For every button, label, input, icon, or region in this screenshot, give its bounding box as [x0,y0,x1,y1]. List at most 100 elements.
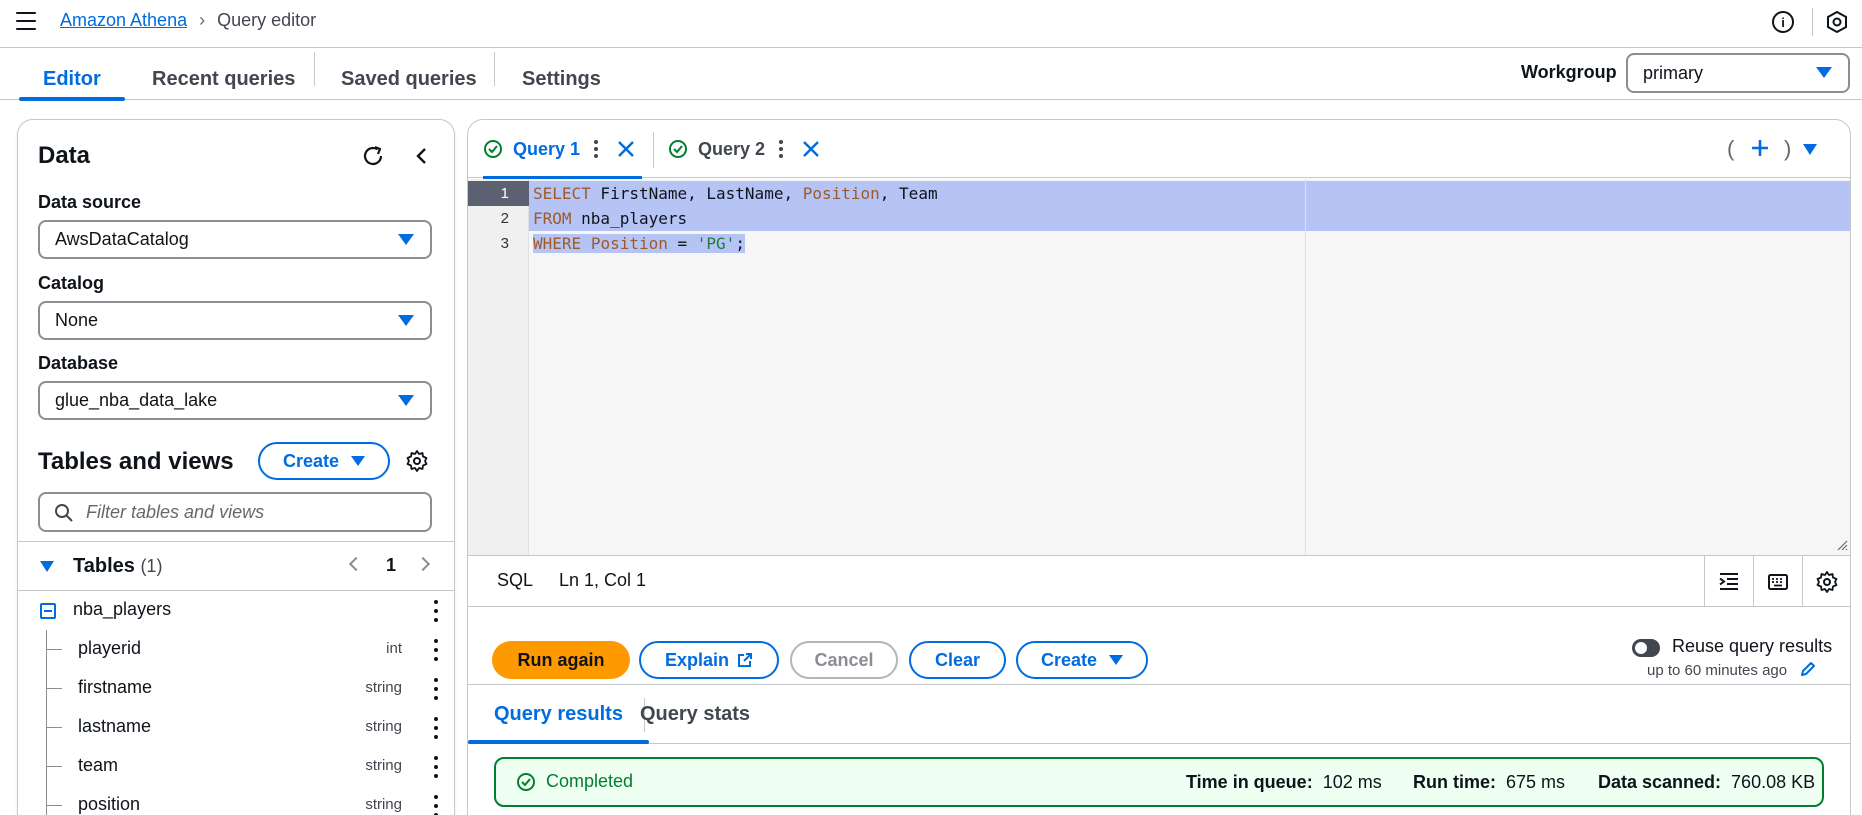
clear-button[interactable]: Clear [909,641,1006,679]
more-actions-icon[interactable] [779,140,784,158]
table-row-nba-players[interactable]: nba_players [18,591,454,630]
tree-tick [46,688,62,689]
keyboard-icon [1768,573,1788,590]
search-icon [55,504,73,522]
code-line-1: SELECT FirstName, LastName, Position, Te… [529,181,1850,206]
sql-code-editor[interactable]: 1 2 3 SELECT FirstName, LastName, Positi… [468,179,1850,555]
paren-open: ( [1727,136,1735,161]
create-table-button[interactable]: Create [258,442,390,480]
more-actions-icon[interactable] [434,756,438,778]
check-circle-icon [669,140,687,158]
column-row[interactable]: position string [18,786,454,815]
status-text: Completed [546,771,634,791]
close-icon[interactable] [616,139,636,159]
editor-settings-button[interactable] [1802,556,1850,607]
caret-down-icon [351,456,366,466]
cursor-position: Ln 1, Col 1 [559,570,647,590]
gear-icon[interactable] [405,449,429,473]
tab-recent-queries[interactable]: Recent queries [128,58,319,100]
column-row[interactable]: lastname string [18,708,454,747]
reuse-results-toggle[interactable] [1632,639,1660,657]
refresh-icon[interactable] [361,144,385,168]
format-query-button[interactable] [1704,556,1753,607]
sql-keyword: SELECT [533,184,591,203]
column-name: lastname [78,716,152,736]
paren-close: ) [1784,136,1792,161]
stat-label: Run time: [1413,772,1496,792]
catalog-value: None [55,310,99,330]
edit-pencil-icon[interactable] [1799,660,1817,678]
column-name: position [78,794,141,814]
caret-down-icon [398,233,414,245]
query-tabs: Query 1 Query 2 ( ) [468,120,1850,179]
add-tab-plus-icon[interactable] [1749,137,1771,159]
data-source-select[interactable]: AwsDataCatalog [38,220,432,259]
tables-label: Tables [73,555,135,577]
print-margin [1305,179,1306,555]
caret-down-icon[interactable] [1803,144,1817,155]
tab-settings[interactable]: Settings [498,58,625,100]
sql-text: = [667,234,697,253]
results-tabs: Query results Query stats [468,686,1850,744]
column-row[interactable]: playerid int [18,630,454,669]
breadcrumb-amazon-athena-link[interactable]: Amazon Athena [60,10,187,31]
more-actions-icon[interactable] [434,639,438,661]
external-link-icon [738,653,753,667]
check-circle-icon [517,772,535,791]
close-icon[interactable] [801,139,821,159]
language-label: SQL [497,570,534,590]
check-circle-icon [484,140,502,158]
column-row[interactable]: team string [18,747,454,786]
more-actions-icon[interactable] [434,795,438,815]
database-select[interactable]: glue_nba_data_lake [38,381,432,420]
keyboard-shortcuts-button[interactable] [1753,556,1802,607]
column-type: string [365,679,402,696]
query-tab-label: Query 1 [513,138,581,159]
tree-tick [46,766,62,767]
collapse-box-icon[interactable] [40,603,56,619]
more-actions-icon[interactable] [434,678,438,700]
workgroup-value: primary [1643,62,1704,83]
stat-label: Time in queue: [1186,772,1313,792]
run-again-button[interactable]: Run again [492,641,630,679]
info-icon[interactable]: i [1772,11,1794,33]
query-tab-1[interactable]: Query 1 [483,120,643,179]
workgroup-select[interactable]: primary [1626,53,1850,93]
tables-section-header[interactable]: Tables (1) 1 [18,541,454,591]
status-badge: Completed [516,771,633,792]
tab-separator [653,132,654,168]
query-status-banner: Completed Time in queue: 102 ms Run time:… [494,757,1824,807]
tab-saved-queries[interactable]: Saved queries [317,58,501,100]
sql-text: FirstName, LastName, [590,184,803,203]
tab-query-stats[interactable]: Query stats [614,686,776,743]
more-actions-icon[interactable] [434,717,438,739]
sql-keyword: Position [802,184,880,203]
caret-down-icon [1109,655,1124,665]
filter-tables-input[interactable]: Filter tables and views [38,492,432,532]
cancel-button[interactable]: Cancel [790,641,898,679]
chevron-right-icon[interactable] [415,556,431,572]
chevron-left-icon[interactable] [410,144,434,168]
sql-text: nba_players [571,209,688,228]
expand-triangle-icon[interactable] [40,561,54,572]
run-time-stat: Run time: 675 ms [1413,772,1565,793]
create-button[interactable]: Create [1016,641,1148,679]
query-tab-2[interactable]: Query 2 [668,120,821,178]
sql-keyword: Position [590,234,668,253]
column-row[interactable]: firstname string [18,669,454,708]
page-number[interactable]: 1 [386,555,396,576]
resize-handle-icon[interactable] [1836,539,1848,551]
explain-button[interactable]: Explain [639,641,779,679]
hamburger-menu-icon[interactable] [16,12,36,30]
more-actions-icon[interactable] [594,140,599,158]
tab-editor[interactable]: Editor [19,58,125,101]
more-actions-icon[interactable] [434,600,438,622]
catalog-select[interactable]: None [38,301,432,340]
tree-tick [46,805,62,806]
notifications-icon[interactable] [1826,10,1848,34]
filter-placeholder: Filter tables and views [86,501,265,522]
query-editor-panel: Query 1 Query 2 ( ) 1 2 3 SELECT FirstNa… [467,119,1851,815]
chevron-left-icon[interactable] [348,556,364,572]
create-label: Create [1040,649,1098,670]
